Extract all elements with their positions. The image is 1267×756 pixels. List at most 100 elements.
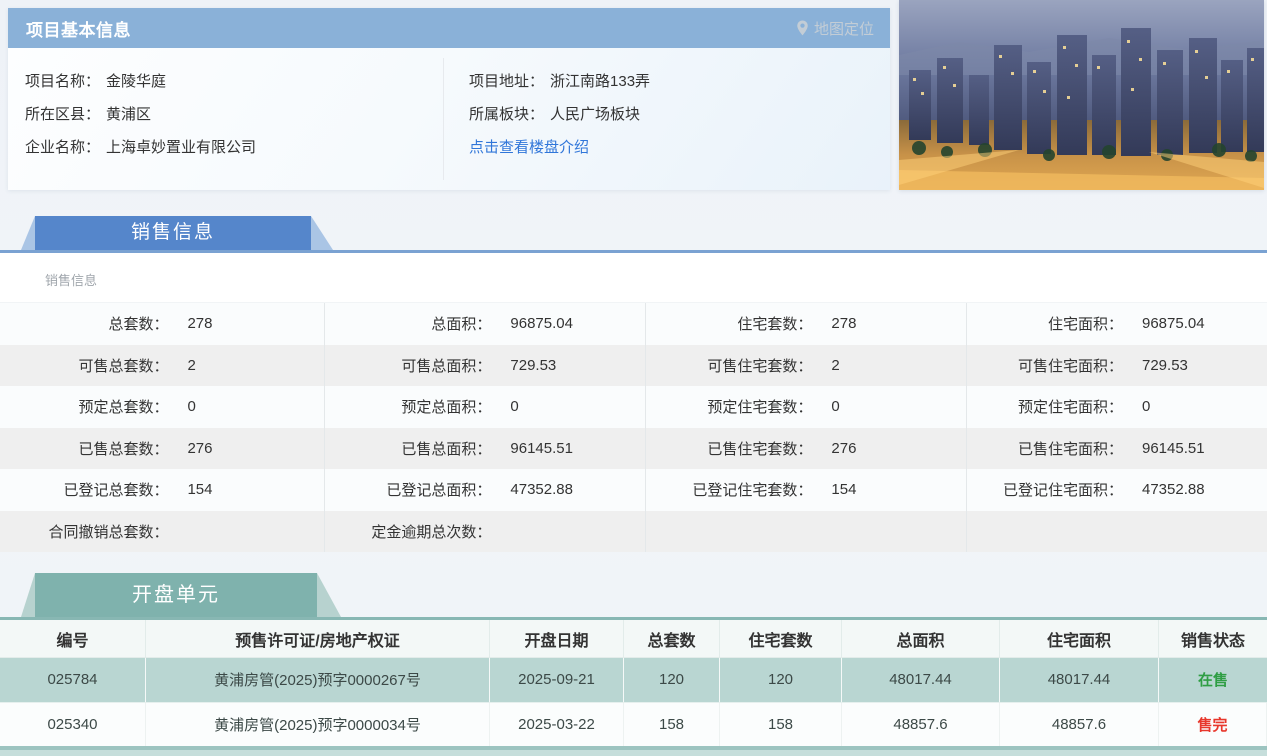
field-label: 已登记住宅套数： [692,482,813,500]
field-label: 预定总套数： [78,399,169,417]
status-badge: 售完 [1159,702,1267,746]
bottom-strip [0,750,1267,756]
cell-residential-units: 120 [720,658,842,702]
map-locate-link[interactable]: 地图定位 [796,18,874,39]
column-header-id: 编号 [0,620,146,657]
column-header-total-units: 总套数 [624,620,720,657]
sales-field-cancelled-contracts: 合同撤销总套数： [0,510,325,552]
field-value: 0 [187,398,196,416]
sales-field-sold-units: 已售总套数： 276 [0,427,325,469]
project-photo [899,0,1264,190]
field-value: 278 [187,315,213,333]
field-value: 96145.51 [510,439,573,457]
tab-opening-units: 开盘单元 [21,573,341,617]
sales-field-empty [967,511,1267,553]
field-value: 0 [510,398,519,416]
cell-license: 黄浦房管(2025)预字0000267号 [146,658,490,702]
column-header-sales-status: 销售状态 [1180,632,1245,650]
field-label: 总套数： [108,316,169,334]
field-project-name: 项目名称： 金陵华庭 [25,65,443,98]
section-divider-teal [0,617,1267,620]
company-link[interactable]: 上海卓妙置业有限公司 [106,139,256,156]
field-value: 0 [1142,398,1151,416]
field-label: 所属板块： [469,106,545,123]
cityscape-image [899,0,1264,190]
project-info-left-column: 项目名称： 金陵华庭 所在区县： 黄浦区 企业名称： 上海卓妙置业有限公司 [8,48,443,190]
sales-field-sold-area: 已售总面积： 96145.51 [325,427,646,469]
project-info-card: 项目基本信息 地图定位 项目名称： 金陵华庭 所在区县： 黄浦区 企业名称： 上海卓 [8,8,890,190]
field-value: 729.53 [510,356,557,374]
cell-residential-area: 48857.6 [1000,702,1159,746]
sales-row: 合同撤销总套数： 定金逾期总次数： [0,510,1267,553]
field-value: 276 [187,439,213,457]
field-label: 已登记住宅面积： [1002,482,1123,500]
field-label: 已售总套数： [78,440,169,458]
tab-flare-right [311,216,333,250]
column-header-opening-date: 开盘日期 [490,620,624,657]
table-row[interactable]: 025340 黄浦房管(2025)预字0000034号 2025-03-22 1… [0,702,1267,747]
sales-row: 已登记总套数： 154 已登记总面积： 47352.88 已登记住宅套数： 154 已… [0,469,1267,511]
field-label: 合同撤销总套数： [48,523,169,541]
field-value: 47352.88 [510,481,573,499]
field-label: 可售总套数： [78,357,169,375]
field-label: 项目地址： [469,73,545,90]
project-info-right-column: 项目地址： 浙江南路133弄 所属板块： 人民广场板块 点击查看楼盘介绍 [443,48,890,190]
field-value: 黄浦区 [106,106,152,123]
field-label: 可售总面积： [401,357,492,375]
field-label: 住宅套数： [737,316,813,334]
cell-total-area: 48857.6 [842,702,1000,746]
sales-row: 预定总套数： 0 预定总面积： 0 预定住宅套数： 0 预定住宅面积： 0 [0,386,1267,428]
sales-field-reserved-area: 预定总面积： 0 [325,386,646,428]
field-value: 47352.88 [1142,481,1205,499]
tab-flare-left [21,216,35,250]
field-value: 人民广场板块 [550,106,641,123]
tab-opening-units-label: 开盘单元 [132,584,220,606]
sales-field-registered-area: 已登记总面积： 47352.88 [325,469,646,511]
map-pin-icon [797,20,808,36]
field-intro-link-row: 点击查看楼盘介绍 [469,131,890,164]
field-value: 0 [831,398,840,416]
sales-field-reserved-residential-units: 预定住宅套数： 0 [646,386,967,428]
field-label: 已售住宅套数： [707,440,813,458]
sales-row: 总套数： 278 总面积： 96875.04 住宅套数： 278 住宅面积： 96875… [0,303,1267,345]
sales-field-total-area: 总面积： 96875.04 [325,303,646,345]
field-company: 企业名称： 上海卓妙置业有限公司 [25,131,443,164]
cell-total-area: 48017.44 [842,658,1000,702]
sales-field-total-units: 总套数： 278 [0,303,325,345]
field-value: 276 [831,439,857,457]
cell-opening-date: 2025-09-21 [490,658,624,702]
cell-residential-units: 158 [720,702,842,746]
sales-field-sellable-units: 可售总套数： 2 [0,344,325,386]
field-label: 总面积： [431,316,492,334]
sales-field-registered-residential-area: 已登记住宅面积： 47352.88 [967,469,1267,511]
sales-field-reserved-units: 预定总套数： 0 [0,386,325,428]
units-table-header: 编号 预售许可证/房地产权证 开盘日期 总套数 住宅套数 总面积 住宅面积 销售… [0,620,1267,658]
cell-license: 黄浦房管(2025)预字0000034号 [146,702,490,746]
field-label: 可售住宅面积： [1017,357,1123,375]
cell-id: 025784 [0,658,146,702]
field-label: 已登记总面积： [386,482,492,500]
sales-field-sold-residential-units: 已售住宅套数： 276 [646,427,967,469]
field-value: 2 [831,356,840,374]
sales-info-subtitle: 销售信息 [0,253,1267,303]
column-header-residential-area: 住宅面积 [1000,620,1159,657]
column-header-residential-units: 住宅套数 [720,620,842,657]
building-intro-link[interactable]: 点击查看楼盘介绍 [469,139,589,156]
status-badge: 在售 [1197,672,1228,690]
column-divider [443,58,444,180]
tab-flare-left [21,573,35,617]
field-plate: 所属板块： 人民广场板块 [469,98,890,131]
sales-info-table: 总套数： 278 总面积： 96875.04 住宅套数： 278 住宅面积： 96875… [0,303,1267,552]
field-label: 项目名称： [25,73,101,90]
table-row[interactable]: 025784 黄浦房管(2025)预字0000267号 2025-09-21 1… [0,658,1267,703]
sales-field-empty [646,510,967,552]
cell-opening-date: 2025-03-22 [490,702,624,746]
opening-units-table: 编号 预售许可证/房地产权证 开盘日期 总套数 住宅套数 总面积 住宅面积 销售… [0,620,1267,747]
sales-row: 已售总套数： 276 已售总面积： 96145.51 已售住宅套数： 276 已售住宅… [0,427,1267,469]
project-info-body: 项目名称： 金陵华庭 所在区县： 黄浦区 企业名称： 上海卓妙置业有限公司 项目地址：… [8,48,890,190]
field-label: 已售住宅面积： [1017,440,1123,458]
field-value: 96875.04 [510,315,573,333]
field-value: 金陵华庭 [106,73,167,90]
field-address: 项目地址： 浙江南路133弄 [469,65,890,98]
cell-id: 025340 [0,702,146,746]
